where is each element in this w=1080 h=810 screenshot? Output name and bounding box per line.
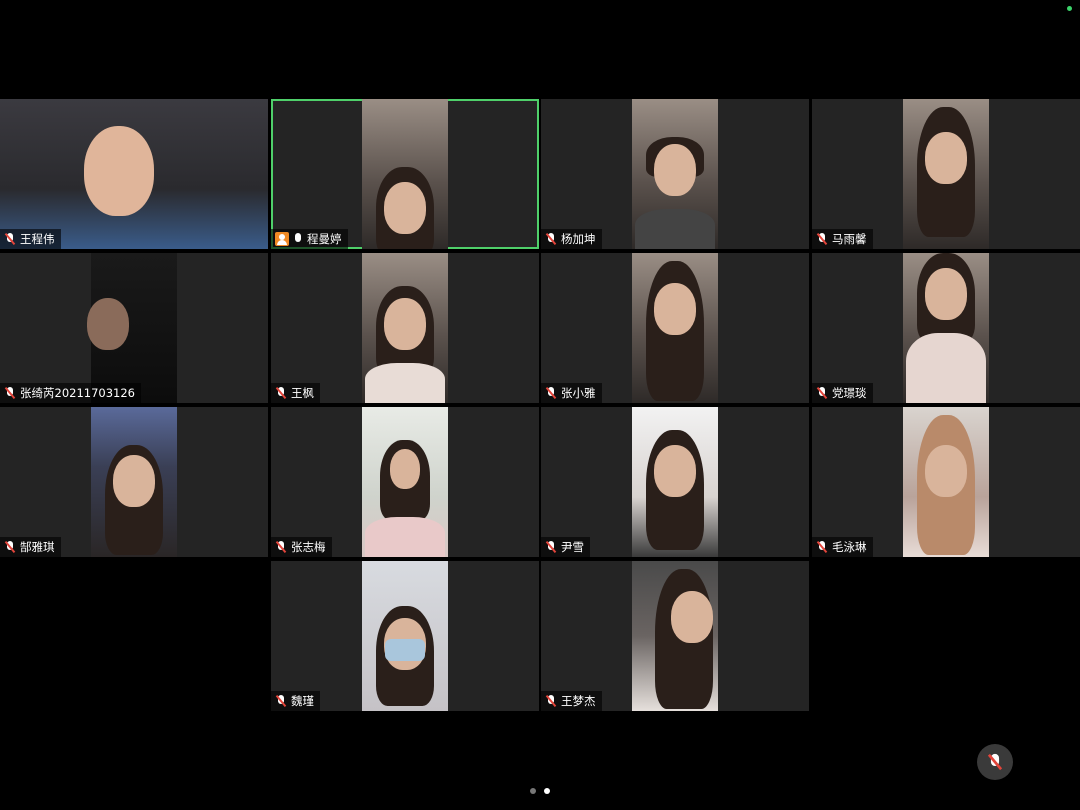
participant-name: 王程伟: [20, 232, 55, 246]
participant-name-tag: 毛泳琳: [812, 537, 873, 557]
host-badge-icon: [275, 232, 289, 246]
video-tile-7[interactable]: 党璟琰: [812, 253, 1080, 403]
mic-muted-icon: [816, 387, 828, 399]
mic-muted-icon: [275, 695, 287, 707]
mic-muted-icon: [816, 233, 828, 245]
participant-name: 张志梅: [291, 540, 326, 554]
participant-name-tag: 杨加坤: [541, 229, 602, 249]
mic-muted-icon: [545, 387, 557, 399]
video-tile-5[interactable]: 王枫: [271, 253, 539, 403]
participant-name-tag: 郜雅琪: [0, 537, 61, 557]
mic-muted-icon: [4, 387, 16, 399]
participant-name-tag: 王程伟: [0, 229, 61, 249]
connection-status-dot: [1067, 6, 1072, 11]
participant-name-tag: 尹雪: [541, 537, 590, 557]
video-tile-9[interactable]: 张志梅: [271, 407, 539, 557]
participant-video: [632, 99, 718, 249]
video-tile-11[interactable]: 毛泳琳: [812, 407, 1080, 557]
participant-name-tag: 张绮芮20211703126: [0, 383, 141, 403]
page-indicator[interactable]: [530, 788, 550, 794]
participant-name-tag: 党璟琰: [812, 383, 873, 403]
participant-name: 王梦杰: [561, 694, 596, 708]
participant-name: 王枫: [291, 386, 314, 400]
mute-toggle-button[interactable]: [977, 744, 1013, 780]
participant-name: 杨加坤: [561, 232, 596, 246]
video-tile-1[interactable]: 程曼婷: [271, 99, 539, 249]
participant-video: [362, 99, 448, 249]
mic-muted-icon: [545, 541, 557, 553]
participant-video: [903, 253, 989, 403]
participant-name-tag: 王梦杰: [541, 691, 602, 711]
mic-muted-icon: [545, 695, 557, 707]
participant-video: [632, 407, 718, 557]
participant-video: [903, 407, 989, 557]
participant-name: 毛泳琳: [832, 540, 867, 554]
participant-name: 党璟琰: [832, 386, 867, 400]
video-tile-3[interactable]: 马雨馨: [812, 99, 1080, 249]
participant-name-tag: 马雨馨: [812, 229, 873, 249]
participant-name: 程曼婷: [307, 232, 342, 246]
mic-muted-icon: [275, 387, 287, 399]
mic-on-icon: [293, 233, 303, 245]
video-tile-6[interactable]: 张小雅: [541, 253, 809, 403]
participant-name-tag: 张小雅: [541, 383, 602, 403]
video-tile-12[interactable]: 魏瑾: [271, 561, 539, 711]
participant-video: [632, 561, 718, 711]
participant-name-tag: 魏瑾: [271, 691, 320, 711]
participant-name-tag: 张志梅: [271, 537, 332, 557]
participant-name: 张绮芮20211703126: [20, 386, 135, 400]
participant-name: 张小雅: [561, 386, 596, 400]
participant-name: 马雨馨: [832, 232, 867, 246]
participant-video: [91, 407, 177, 557]
participant-video: [362, 407, 448, 557]
participant-video: [0, 99, 268, 249]
participant-video: [362, 561, 448, 711]
video-tile-13[interactable]: 王梦杰: [541, 561, 809, 711]
participant-video: [632, 253, 718, 403]
mic-muted-icon: [987, 753, 1003, 770]
page-dot-1[interactable]: [530, 788, 536, 794]
participant-video: [87, 253, 177, 403]
video-tile-10[interactable]: 尹雪: [541, 407, 809, 557]
video-tile-8[interactable]: 郜雅琪: [0, 407, 268, 557]
mic-muted-icon: [4, 233, 16, 245]
participant-name: 魏瑾: [291, 694, 314, 708]
participant-name: 尹雪: [561, 540, 584, 554]
mic-muted-icon: [275, 541, 287, 553]
mic-muted-icon: [4, 541, 16, 553]
participant-name-tag: 程曼婷: [271, 229, 348, 249]
participant-video: [903, 99, 989, 249]
mic-muted-icon: [545, 233, 557, 245]
video-tile-4[interactable]: 张绮芮20211703126: [0, 253, 268, 403]
page-dot-2[interactable]: [544, 788, 550, 794]
participant-name-tag: 王枫: [271, 383, 320, 403]
participant-name: 郜雅琪: [20, 540, 55, 554]
video-tile-2[interactable]: 杨加坤: [541, 99, 809, 249]
mic-muted-icon: [816, 541, 828, 553]
video-tile-0[interactable]: 王程伟: [0, 99, 268, 249]
participant-video: [362, 253, 448, 403]
